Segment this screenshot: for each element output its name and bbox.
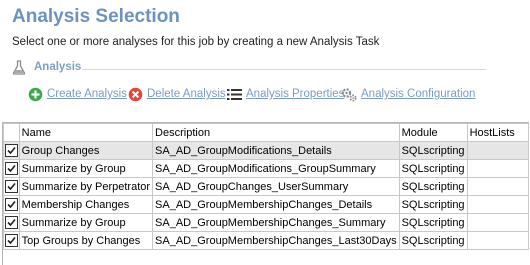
page-title: Analysis Selection: [12, 6, 180, 27]
column-header-select[interactable]: [3, 123, 20, 142]
cell-name: Summarize by Perpetrator: [18, 177, 154, 196]
row-checkbox-cell: [3, 159, 20, 178]
gears-icon: [341, 87, 357, 101]
row-checkbox-cell: [3, 213, 20, 232]
row-checkbox-cell: [3, 177, 20, 196]
table-row[interactable]: Summarize by Perpetrator SA_AD_GroupChang…: [3, 177, 530, 196]
cell-hostlists: [466, 195, 530, 214]
cell-description: SA_AD_GroupModifications_Details: [152, 141, 400, 160]
cell-module: SQLscripting: [398, 213, 468, 232]
row-checkbox[interactable]: [4, 162, 18, 175]
analysis-properties-label: Analysis Properties: [246, 88, 345, 100]
cell-description: SA_AD_GroupModifications_GroupSummary: [152, 159, 400, 178]
table-row[interactable]: Top Groups by Changes SA_AD_GroupMembersh…: [3, 231, 530, 250]
cell-description: SA_AD_GroupChanges_UserSummary: [152, 177, 400, 196]
table-row[interactable]: Summarize by Group SA_AD_GroupMembershipC…: [3, 213, 530, 232]
table-row[interactable]: Membership Changes SA_AD_GroupMembershipC…: [3, 195, 530, 214]
checkmark-icon: [7, 236, 16, 245]
checkmark-icon: [7, 146, 16, 155]
cell-name: Top Groups by Changes: [18, 231, 154, 250]
create-analysis-button[interactable]: Create Analysis: [28, 85, 127, 103]
column-header-module[interactable]: Module: [398, 123, 468, 142]
cell-hostlists: [466, 231, 530, 250]
cell-hostlists: [466, 213, 530, 232]
cell-description: SA_AD_GroupMembershipChanges_Details: [152, 195, 400, 214]
row-checkbox[interactable]: [4, 234, 18, 247]
list-icon: [227, 88, 242, 100]
cell-hostlists: [466, 159, 530, 178]
row-checkbox-cell: [3, 195, 20, 214]
cell-name: Summarize by Group: [18, 213, 154, 232]
row-checkbox[interactable]: [4, 216, 18, 229]
cell-module: SQLscripting: [398, 195, 468, 214]
checkmark-icon: [7, 218, 16, 227]
row-checkbox-cell: [3, 231, 20, 250]
table-header-row: Name Description Module HostLists: [3, 123, 530, 142]
analysis-configuration-button[interactable]: Analysis Configuration: [341, 85, 475, 103]
cell-name: Membership Changes: [18, 195, 154, 214]
cell-hostlists: [466, 141, 530, 160]
analysis-properties-button[interactable]: Analysis Properties: [227, 85, 344, 103]
analysis-configuration-label: Analysis Configuration: [361, 88, 476, 100]
column-header-description[interactable]: Description: [152, 123, 400, 142]
column-header-name[interactable]: Name: [18, 123, 154, 142]
cell-description: SA_AD_GroupMembershipChanges_Last30Days: [152, 231, 400, 250]
analysis-table: Name Description Module HostLists Group …: [3, 123, 530, 250]
section-label: Analysis: [34, 61, 82, 73]
create-analysis-label: Create Analysis: [47, 88, 127, 100]
table-row[interactable]: Group Changes SA_AD_GroupModifications_De…: [3, 141, 530, 160]
cell-module: SQLscripting: [398, 159, 468, 178]
checkmark-icon: [7, 200, 16, 209]
row-checkbox[interactable]: [4, 198, 18, 211]
add-icon: [28, 87, 43, 101]
analysis-grid: Name Description Module HostLists Group …: [2, 122, 530, 265]
checkmark-icon: [7, 182, 16, 191]
cell-module: SQLscripting: [398, 141, 468, 160]
row-checkbox[interactable]: [4, 180, 18, 193]
row-checkbox[interactable]: [4, 144, 18, 157]
page-subtitle: Select one or more analyses for this job…: [12, 36, 380, 48]
delete-icon: [128, 87, 143, 101]
delete-analysis-button[interactable]: Delete Analysis: [128, 85, 226, 103]
cell-hostlists: [466, 177, 530, 196]
checkmark-icon: [7, 164, 16, 173]
cell-module: SQLscripting: [398, 231, 468, 250]
column-header-hostlists[interactable]: HostLists: [466, 123, 530, 142]
cell-name: Group Changes: [18, 141, 154, 160]
cell-name: Summarize by Group: [18, 159, 154, 178]
row-checkbox-cell: [3, 141, 20, 160]
delete-analysis-label: Delete Analysis: [147, 88, 226, 100]
cell-description: SA_AD_GroupMembershipChanges_Summary: [152, 213, 400, 232]
cell-module: SQLscripting: [398, 177, 468, 196]
table-row[interactable]: Summarize by Group SA_AD_GroupModificatio…: [3, 159, 530, 178]
flask-icon: [12, 60, 26, 75]
section-divider: [82, 69, 486, 70]
